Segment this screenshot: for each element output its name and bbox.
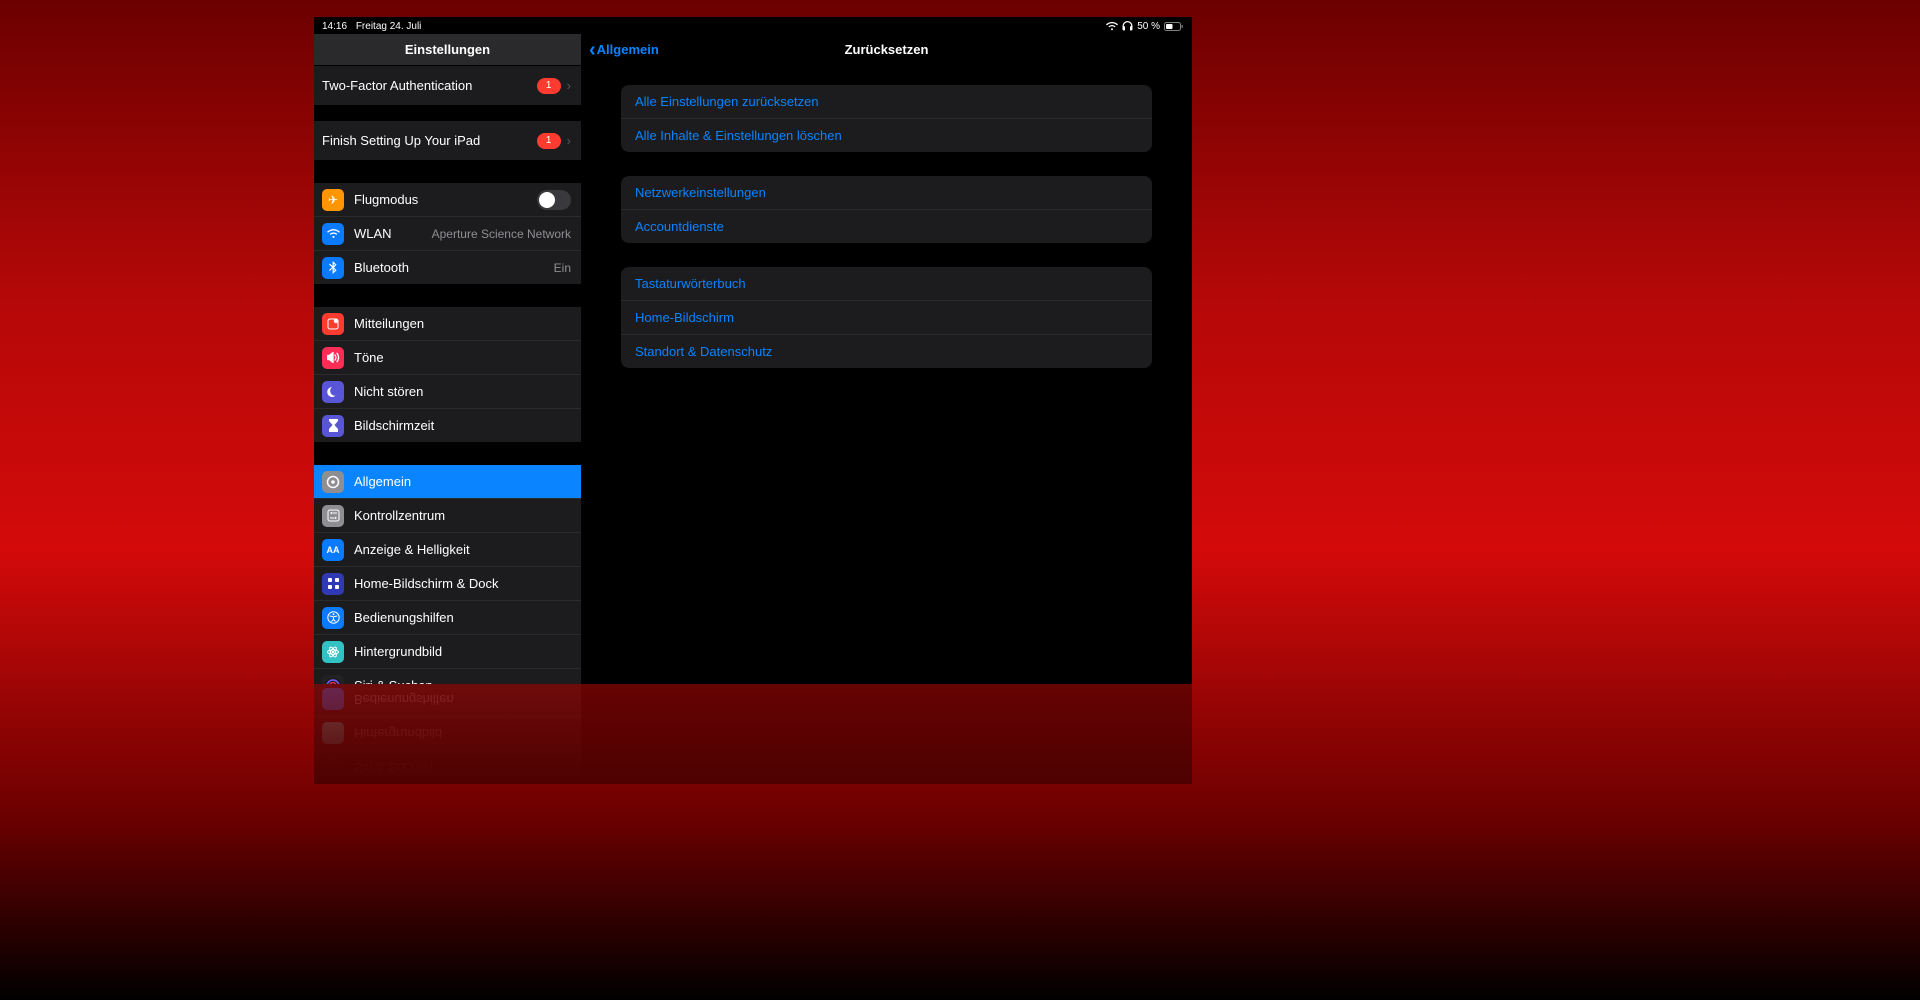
chevron-left-icon: ‹ xyxy=(589,43,596,57)
headphones-icon xyxy=(1122,21,1133,31)
airplane-icon: ✈ xyxy=(322,189,344,211)
detail-header: ‹ Allgemein Zurücksetzen xyxy=(581,34,1192,65)
badge-icon: 1 xyxy=(537,133,561,149)
hourglass-icon xyxy=(322,415,344,437)
reset-group-3: Tastaturwörterbuch Home-Bildschirm Stand… xyxy=(621,267,1152,368)
wall-label: Hintergrundbild xyxy=(354,644,571,659)
sidebar-item-bluetooth[interactable]: Bluetooth Ein xyxy=(314,250,581,284)
finish-setup-label: Finish Setting Up Your iPad xyxy=(322,133,531,148)
time-label: Bildschirmzeit xyxy=(354,418,571,433)
settings-sidebar: Einstellungen Two-Factor Authentication … xyxy=(314,34,581,684)
erase-all-content[interactable]: Alle Inhalte & Einstellungen löschen xyxy=(621,118,1152,152)
sidebar-item-accessibility[interactable]: Bedienungshilfen xyxy=(314,600,581,634)
reflection: Siri & Suchen Hintergrundbild Bedienungs… xyxy=(314,684,1192,784)
siri-icon xyxy=(322,675,344,685)
sidebar-title: Einstellungen xyxy=(314,34,581,66)
wlan-label: WLAN xyxy=(354,226,426,241)
sidebar-item-dnd[interactable]: Nicht stören xyxy=(314,374,581,408)
refl-acc: Bedienungshilfen xyxy=(354,692,571,707)
home-dock-icon xyxy=(322,573,344,595)
bluetooth-icon xyxy=(322,257,344,279)
status-date: Freitag 24. Juli xyxy=(356,21,422,32)
refl-wall: Hintergrundbild xyxy=(354,726,571,741)
badge-icon: 1 xyxy=(537,78,561,94)
acc-label: Bedienungshilfen xyxy=(354,610,571,625)
reset-location-privacy[interactable]: Standort & Datenschutz xyxy=(621,334,1152,368)
sidebar-item-sounds[interactable]: Töne xyxy=(314,340,581,374)
wlan-value: Aperture Science Network xyxy=(432,227,571,241)
detail-title: Zurücksetzen xyxy=(845,42,929,57)
accessibility-icon xyxy=(322,607,344,629)
back-label: Allgemein xyxy=(597,42,659,57)
ipad-screenshot: 14:16 Freitag 24. Juli 50 % Einstellunge… xyxy=(314,17,1192,684)
status-bar: 14:16 Freitag 24. Juli 50 % xyxy=(314,17,1192,34)
sound-label: Töne xyxy=(354,350,571,365)
notifications-icon xyxy=(322,313,344,335)
status-battery-text: 50 % xyxy=(1137,21,1160,32)
airplane-label: Flugmodus xyxy=(354,192,537,207)
siri-label: Siri & Suchen xyxy=(354,678,571,684)
reset-group-2: Netzwerkeinstellungen Accountdienste xyxy=(621,176,1152,243)
wifi-icon xyxy=(1106,22,1118,31)
reset-all-settings[interactable]: Alle Einstellungen zurücksetzen xyxy=(621,85,1152,118)
reset-group-1: Alle Einstellungen zurücksetzen Alle Inh… xyxy=(621,85,1152,152)
siri-icon xyxy=(322,757,344,779)
sounds-icon xyxy=(322,347,344,369)
sidebar-item-wallpaper[interactable]: Hintergrundbild xyxy=(314,634,581,668)
wallpaper-icon xyxy=(322,723,344,745)
sidebar-item-airplane[interactable]: ✈ Flugmodus xyxy=(314,183,581,216)
dnd-label: Nicht stören xyxy=(354,384,571,399)
two-factor-label: Two-Factor Authentication xyxy=(322,78,531,93)
reset-keyboard-dict[interactable]: Tastaturwörterbuch xyxy=(621,267,1152,300)
notif-label: Mitteilungen xyxy=(354,316,571,331)
sidebar-item-screentime[interactable]: Bildschirmzeit xyxy=(314,408,581,442)
reset-home-screen[interactable]: Home-Bildschirm xyxy=(621,300,1152,334)
back-button[interactable]: ‹ Allgemein xyxy=(589,42,659,57)
reset-account-services[interactable]: Accountdienste xyxy=(621,209,1152,243)
sidebar-item-control-center[interactable]: Kontrollzentrum xyxy=(314,498,581,532)
sidebar-item-notifications[interactable]: Mitteilungen xyxy=(314,307,581,340)
sidebar-item-wlan[interactable]: WLAN Aperture Science Network xyxy=(314,216,581,250)
chevron-right-icon: › xyxy=(567,78,571,93)
sidebar-item-display[interactable]: AA Anzeige & Helligkeit xyxy=(314,532,581,566)
bt-label: Bluetooth xyxy=(354,260,548,275)
chevron-right-icon: › xyxy=(567,133,571,148)
home-label: Home-Bildschirm & Dock xyxy=(354,576,571,591)
sidebar-item-general[interactable]: Allgemein xyxy=(314,465,581,498)
wallpaper-icon xyxy=(322,641,344,663)
general-label: Allgemein xyxy=(354,474,571,489)
status-time: 14:16 xyxy=(322,21,347,32)
cc-label: Kontrollzentrum xyxy=(354,508,571,523)
gear-icon xyxy=(322,471,344,493)
display-icon: AA xyxy=(322,539,344,561)
sidebar-item-home-dock[interactable]: Home-Bildschirm & Dock xyxy=(314,566,581,600)
sidebar-item-finish-setup[interactable]: Finish Setting Up Your iPad 1 › xyxy=(314,121,581,160)
refl-siri: Siri & Suchen xyxy=(354,760,571,775)
airplane-toggle[interactable] xyxy=(537,190,571,210)
reset-network[interactable]: Netzwerkeinstellungen xyxy=(621,176,1152,209)
sidebar-item-siri[interactable]: Siri & Suchen xyxy=(314,668,581,684)
bt-value: Ein xyxy=(554,261,571,275)
battery-icon xyxy=(1164,22,1184,31)
accessibility-icon xyxy=(322,689,344,711)
wallpaper: 14:16 Freitag 24. Juli 50 % Einstellunge… xyxy=(0,0,1920,1000)
moon-icon xyxy=(322,381,344,403)
detail-pane: ‹ Allgemein Zurücksetzen Alle Einstellun… xyxy=(581,34,1192,684)
sidebar-item-two-factor[interactable]: Two-Factor Authentication 1 › xyxy=(314,66,581,105)
wifi-icon xyxy=(322,223,344,245)
disp-label: Anzeige & Helligkeit xyxy=(354,542,571,557)
control-center-icon xyxy=(322,505,344,527)
